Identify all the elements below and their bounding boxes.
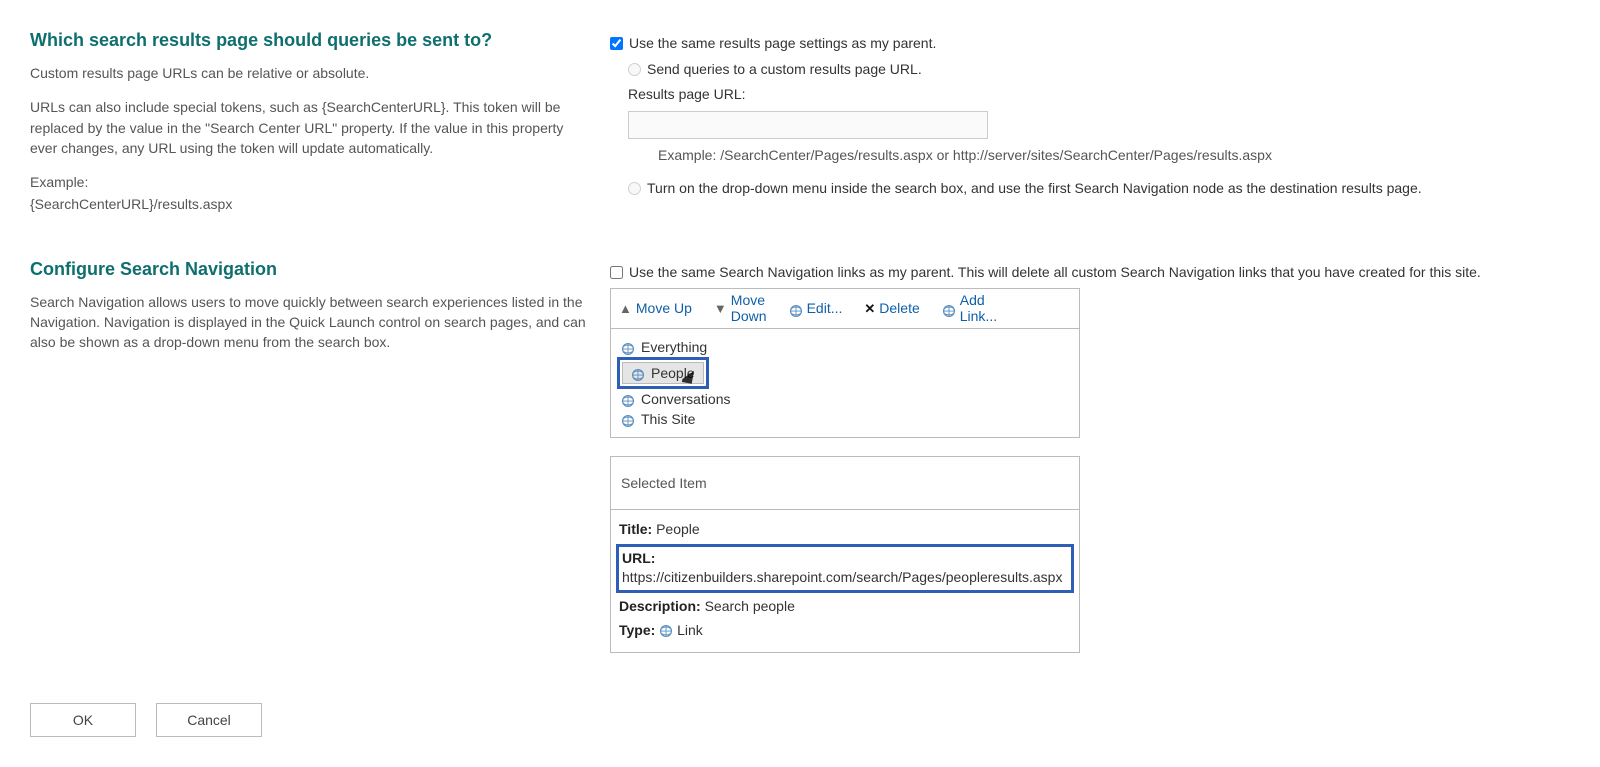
btn-delete-label: Delete: [879, 300, 919, 317]
nav-item-this-site[interactable]: This Site: [617, 409, 1073, 429]
btn-move-up[interactable]: ▲ Move Up: [619, 300, 692, 317]
nav-item-conversations[interactable]: Conversations: [617, 389, 1073, 409]
selected-url-value: https://citizenbuilders.sharepoint.com/s…: [622, 568, 1068, 588]
nav-item-label: Everything: [641, 339, 707, 355]
btn-move-up-label: Move Up: [636, 300, 692, 317]
nav-item-label: This Site: [641, 411, 695, 427]
selected-item-header: Selected Item: [611, 457, 1079, 510]
selected-desc-line: Description: Search people: [619, 595, 1071, 619]
cancel-button[interactable]: Cancel: [156, 703, 262, 737]
input-results-url[interactable]: [628, 111, 988, 139]
nav-toolbar: ▲ Move Up ▼ MoveDown Edit... ✕ Delete: [610, 288, 1080, 328]
label-dropdown-searchbox: Turn on the drop-down menu inside the se…: [647, 179, 1422, 199]
section1-title: Which search results page should queries…: [30, 30, 590, 51]
label-results-url: Results page URL:: [628, 85, 746, 105]
selected-url-label: URL:: [622, 550, 655, 566]
section2-desc: Search Navigation allows users to move q…: [30, 292, 590, 353]
link-icon: [621, 392, 635, 406]
section1-example-value: {SearchCenterURL}/results.aspx: [30, 194, 590, 214]
nav-list: Everything People Conversations: [610, 328, 1080, 438]
nav-item-label: People: [651, 365, 695, 381]
link-icon: [621, 412, 635, 426]
nav-item-everything[interactable]: Everything: [617, 337, 1073, 357]
btn-edit-label: Edit...: [807, 300, 843, 317]
nav-item-label: Conversations: [641, 391, 731, 407]
section1-example-label: Example:: [30, 172, 590, 192]
selected-title-label: Title:: [619, 521, 652, 537]
radio-custom-results-page[interactable]: [628, 63, 641, 76]
selected-type-line: Type: Link: [619, 619, 1071, 643]
ok-button[interactable]: OK: [30, 703, 136, 737]
arrow-down-icon: ▼: [714, 301, 727, 317]
link-icon: [659, 621, 673, 635]
selected-type-value: Link: [677, 622, 703, 638]
selected-desc-value: Search people: [705, 598, 795, 614]
radio-dropdown-searchbox[interactable]: [628, 182, 641, 195]
label-custom-results-page: Send queries to a custom results page UR…: [647, 60, 922, 80]
close-icon: ✕: [864, 301, 875, 317]
section-search-navigation: Configure Search Navigation Search Navig…: [30, 259, 1570, 653]
link-icon: [631, 366, 645, 380]
btn-edit[interactable]: Edit...: [789, 300, 843, 317]
section1-desc2: URLs can also include special tokens, su…: [30, 97, 590, 158]
selected-title-value: People: [656, 521, 700, 537]
selected-url-line: URL: https://citizenbuilders.sharepoint.…: [616, 544, 1074, 593]
btn-delete[interactable]: ✕ Delete: [864, 300, 919, 317]
btn-move-down[interactable]: ▼ MoveDown: [714, 293, 767, 324]
section-results-page: Which search results page should queries…: [30, 30, 1570, 229]
selected-type-label: Type:: [619, 622, 655, 638]
selected-desc-label: Description:: [619, 598, 701, 614]
results-url-example: Example: /SearchCenter/Pages/results.asp…: [658, 147, 1570, 163]
btn-add-link-label: AddLink...: [960, 293, 997, 324]
footer-buttons: OK Cancel: [30, 703, 1570, 737]
selected-item-panel: Selected Item Title: People URL: https:/…: [610, 456, 1080, 653]
link-icon: [789, 302, 803, 316]
label-same-results-parent: Use the same results page settings as my…: [629, 34, 936, 54]
nav-item-people[interactable]: People: [617, 357, 1073, 389]
btn-move-down-label: MoveDown: [731, 293, 767, 324]
section2-title: Configure Search Navigation: [30, 259, 590, 280]
selected-title-line: Title: People: [619, 518, 1071, 542]
link-icon: [621, 340, 635, 354]
label-same-nav-parent: Use the same Search Navigation links as …: [629, 263, 1481, 283]
section1-desc1: Custom results page URLs can be relative…: [30, 63, 590, 83]
checkbox-same-nav-parent[interactable]: [610, 266, 623, 279]
btn-add-link[interactable]: AddLink...: [942, 293, 997, 324]
checkbox-same-results-parent[interactable]: [610, 37, 623, 50]
link-icon: [942, 302, 956, 316]
arrow-up-icon: ▲: [619, 301, 632, 317]
